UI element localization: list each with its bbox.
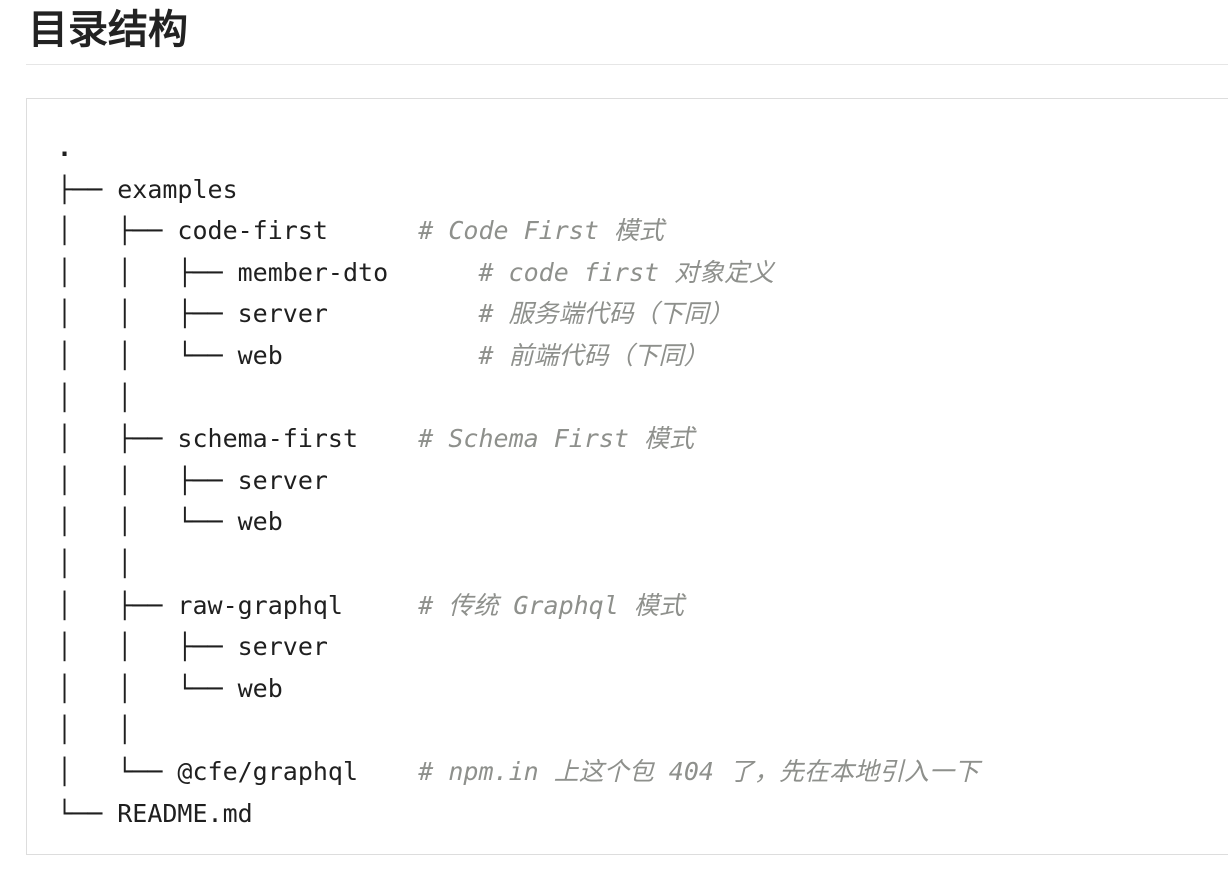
directory-name: code-first [177, 216, 328, 246]
code-line: │ └── @cfe/graphql # npm.in 上这个包 404 了，先… [57, 751, 979, 793]
directory-tree: . ├── examples │ ├── code-first # Code Fir… [57, 127, 979, 834]
tree-root-dot: . [57, 133, 73, 162]
directory-name: raw-graphql [177, 590, 343, 620]
padding [388, 258, 478, 287]
tree-branch: │ ├── [57, 590, 178, 620]
file-name: README.md [117, 798, 253, 828]
tree-branch: │ │ └── [57, 673, 238, 703]
code-line: └── README.md [57, 793, 979, 835]
directory-name: server [237, 299, 328, 329]
tree-branch: │ │ ├── [57, 299, 238, 329]
tree-branch: │ ├── [57, 216, 178, 246]
tree-branch: │ │ [57, 715, 133, 745]
code-comment: # Code First 模式 [418, 216, 664, 246]
code-line: │ │ ├── server [57, 460, 979, 502]
code-line: │ │ [57, 377, 979, 419]
directory-name: server [237, 465, 328, 495]
heading-divider [26, 64, 1228, 65]
code-line: │ │ └── web [57, 668, 979, 710]
code-line: . [57, 127, 979, 169]
code-comment: # 服务端代码（下同） [478, 299, 734, 329]
directory-name: @cfe/graphql [177, 756, 359, 786]
directory-name: web [237, 507, 283, 537]
padding [343, 591, 418, 620]
directory-name: web [237, 340, 283, 370]
padding [328, 216, 418, 245]
code-comment: # 前端代码（下同） [478, 340, 709, 370]
code-block: . ├── examples │ ├── code-first # Code Fir… [26, 98, 1228, 855]
directory-name: server [237, 632, 328, 662]
section-heading: 目录结构 [28, 7, 188, 53]
directory-name: member-dto [237, 257, 389, 287]
code-line: ├── examples [57, 169, 979, 211]
code-comment: # 传统 Graphql 模式 [418, 590, 684, 620]
tree-branch: │ │ └── [57, 507, 238, 537]
tree-branch: └── [57, 798, 118, 828]
code-comment: # Schema First 模式 [418, 424, 695, 454]
code-line: │ │ ├── member-dto # code first 对象定义 [57, 252, 979, 294]
tree-branch: ├── [57, 174, 118, 204]
code-line: │ │ ├── server # 服务端代码（下同） [57, 293, 979, 335]
directory-name: schema-first [177, 424, 359, 454]
code-line: │ ├── schema-first # Schema First 模式 [57, 418, 979, 460]
tree-branch: │ │ ├── [57, 465, 238, 495]
tree-branch: │ │ ├── [57, 257, 238, 287]
code-line: │ │ └── web # 前端代码（下同） [57, 335, 979, 377]
code-line: │ ├── raw-graphql # 传统 Graphql 模式 [57, 585, 979, 627]
tree-branch: │ │ ├── [57, 632, 238, 662]
tree-branch: │ ├── [57, 424, 178, 454]
directory-name: web [237, 673, 283, 703]
code-line: │ │ [57, 709, 979, 751]
code-line: │ │ ├── server [57, 626, 979, 668]
tree-branch: │ │ [57, 382, 133, 412]
padding [283, 341, 479, 370]
code-line: │ │ └── web [57, 501, 979, 543]
padding [358, 424, 418, 453]
tree-branch: │ └── [57, 756, 178, 786]
tree-branch: │ │ [57, 548, 133, 578]
directory-name: examples [117, 174, 238, 204]
padding [358, 757, 418, 786]
code-comment: # npm.in 上这个包 404 了，先在本地引入一下 [418, 756, 979, 786]
code-line: │ ├── code-first # Code First 模式 [57, 210, 979, 252]
tree-branch: │ │ └── [57, 340, 238, 370]
code-comment: # code first 对象定义 [478, 257, 775, 287]
code-line: │ │ [57, 543, 979, 585]
padding [328, 299, 479, 328]
